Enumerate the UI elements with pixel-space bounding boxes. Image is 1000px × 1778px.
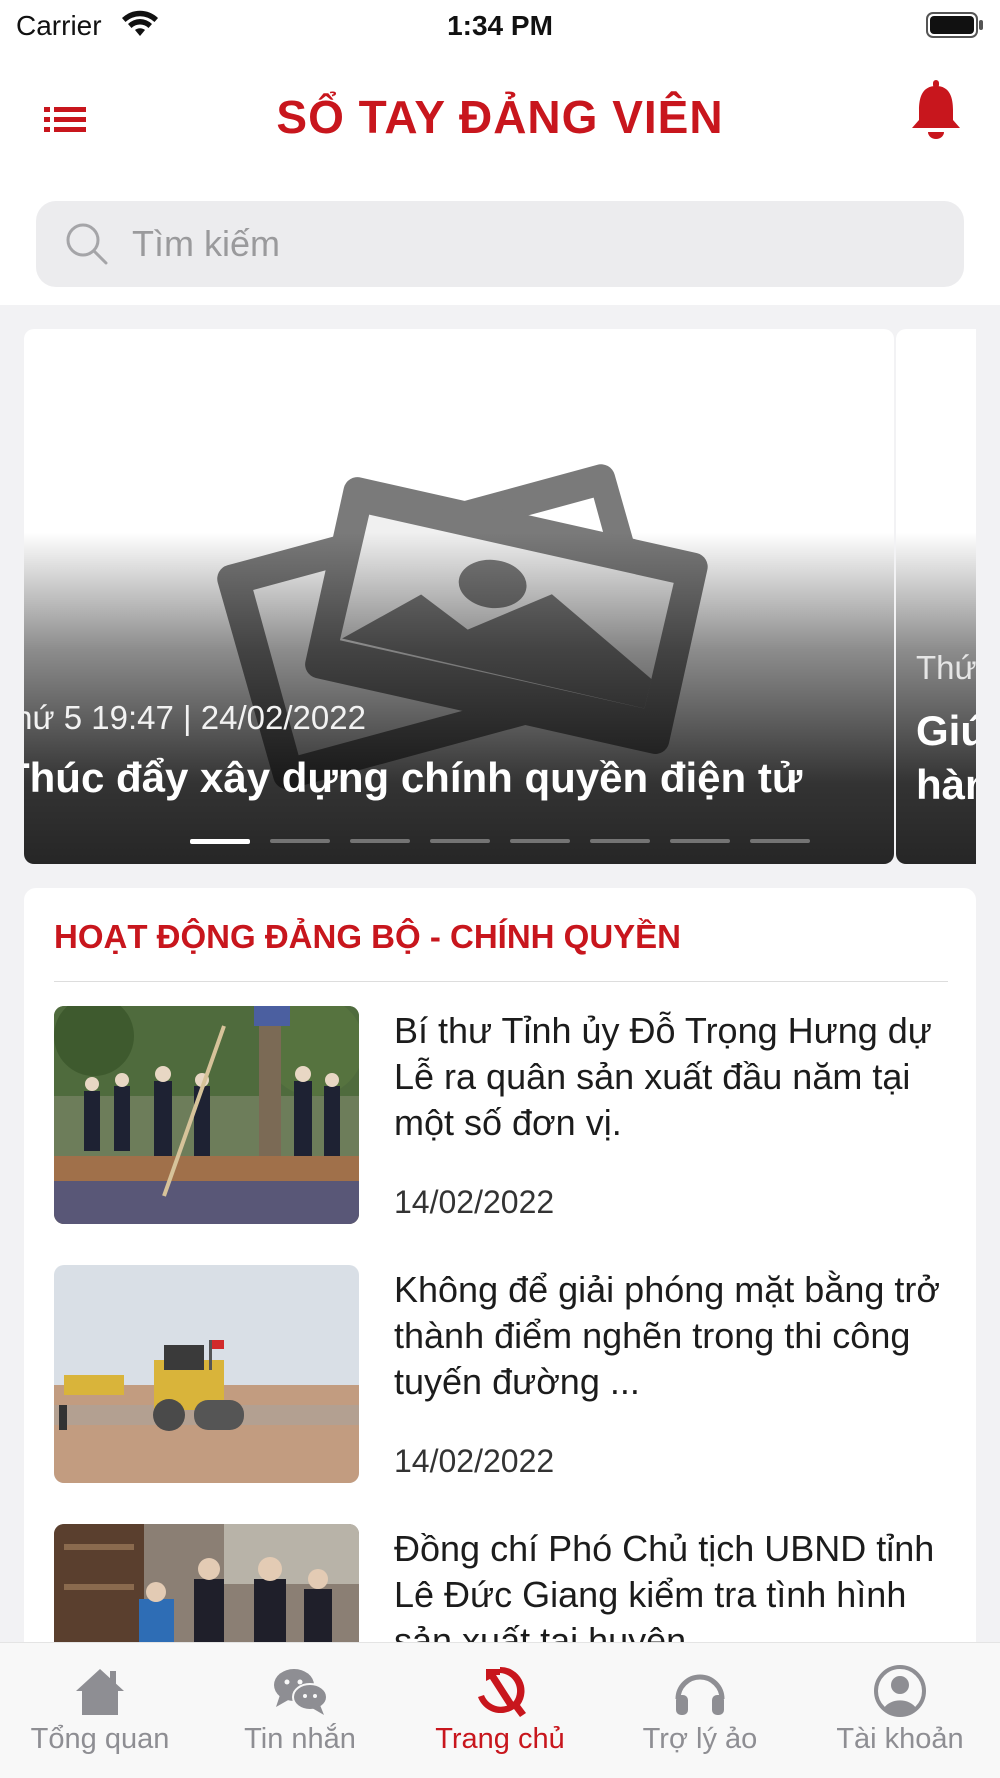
tab-account[interactable]: Tài khoản (800, 1643, 1000, 1778)
headphones-icon (675, 1674, 725, 1715)
tab-home[interactable]: Trang chủ (400, 1643, 600, 1778)
hammer-sickle-icon (478, 1666, 526, 1717)
slide-title-line: hàn (916, 761, 976, 808)
battery-icon (926, 12, 983, 38)
account-icon (874, 1665, 926, 1717)
news-thumbnail[interactable] (54, 1006, 359, 1224)
carousel-dot[interactable] (350, 839, 410, 843)
notification-button[interactable] (908, 78, 964, 144)
section-title[interactable]: HOẠT ĐỘNG ĐẢNG BỘ - CHÍNH QUYỀN (54, 918, 681, 956)
news-date: 14/02/2022 (394, 1184, 555, 1220)
tab-overview[interactable]: Tổng quan (0, 1643, 200, 1778)
slide-title-line: Giú (916, 707, 976, 754)
carousel-dot[interactable] (270, 839, 330, 843)
search-input[interactable] (132, 201, 932, 287)
tab-label: Tin nhắn (244, 1723, 356, 1755)
news-title: Không để giải phóng mặt bằng trở thành đ… (394, 1269, 940, 1402)
carousel-dot[interactable] (430, 839, 490, 843)
slide-title[interactable]: Thúc đẩy xây dựng chính quyền điện tử (24, 754, 802, 802)
featured-carousel[interactable]: Thứ 5 19:47 | 24/02/2022 Thúc đẩy xây dự… (24, 329, 976, 864)
carousel-slide[interactable]: Thứ 5 19:47 | 24/02/2022 Thúc đẩy xây dự… (24, 329, 894, 864)
bell-icon (912, 80, 960, 139)
carousel-dot[interactable] (750, 839, 810, 843)
carousel-dot[interactable] (510, 839, 570, 843)
carousel-pagination (190, 839, 810, 845)
news-date: 14/02/2022 (394, 1443, 555, 1479)
news-item[interactable]: Không để giải phóng mặt bằng trở thành đ… (54, 1265, 948, 1483)
app-header: SỔ TAY ĐẢNG VIÊN (0, 50, 1000, 305)
chat-icon (274, 1669, 328, 1715)
search-bar[interactable] (36, 201, 964, 287)
home-icon (76, 1669, 124, 1715)
tab-label: Trang chủ (435, 1723, 565, 1755)
tab-label: Tài khoản (836, 1723, 964, 1755)
slide-date: Thứ (916, 649, 976, 686)
tab-label: Trợ lý ảo (642, 1723, 758, 1755)
slide-title[interactable]: Giú hàn (916, 704, 976, 812)
carousel-dot[interactable] (590, 839, 650, 843)
tab-label: Tổng quan (30, 1723, 170, 1755)
app-title: SỔ TAY ĐẢNG VIÊN (276, 91, 724, 143)
carousel-slide-next[interactable]: Thứ Giú hàn (896, 329, 976, 864)
news-item[interactable]: Bí thư Tỉnh ủy Đỗ Trọng Hưng dự Lễ ra qu… (54, 1006, 948, 1224)
bottom-tab-bar: Tổng quan Tin nhắn Trang chủ Trợ lý ảo T… (0, 1642, 1000, 1778)
carousel-dot[interactable] (190, 839, 250, 844)
slide-date: Thứ 5 19:47 | 24/02/2022 (24, 699, 366, 736)
status-bar: Carrier 1:34 PM (0, 0, 1000, 50)
tab-messages[interactable]: Tin nhắn (200, 1643, 400, 1778)
tab-assistant[interactable]: Trợ lý ảo (600, 1643, 800, 1778)
search-icon (66, 223, 108, 265)
news-thumbnail[interactable] (54, 1265, 359, 1483)
status-time: 1:34 PM (447, 10, 553, 41)
news-title: Bí thư Tỉnh ủy Đỗ Trọng Hưng dự Lễ ra qu… (394, 1010, 932, 1143)
carousel-dot[interactable] (670, 839, 730, 843)
divider (54, 981, 948, 982)
